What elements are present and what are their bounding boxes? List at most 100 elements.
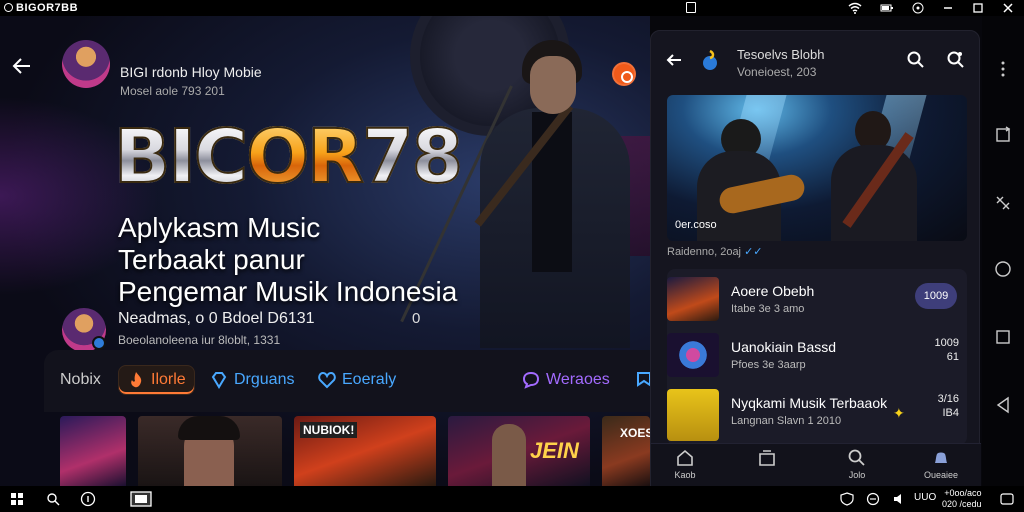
tagline-line: Pengemar Musik Indonesia (118, 276, 458, 307)
list-item-thumbnail (667, 277, 719, 321)
list-item-thumbnail (667, 389, 719, 441)
author-info-icon[interactable]: 0 (412, 310, 420, 327)
view-count: 0er.coso (675, 219, 717, 231)
back-triangle-icon[interactable] (994, 396, 1012, 414)
nav-library[interactable] (737, 448, 797, 470)
category-label: Drguans (234, 371, 295, 388)
list-item[interactable]: Uanokiain Bassd Pfoes 3e 3aarp 1009 61 (667, 329, 967, 383)
list-item-meta: 3/16 (937, 393, 959, 405)
close-icon[interactable] (1002, 2, 1014, 14)
battery-icon (880, 4, 893, 12)
video-thumbnail[interactable] (138, 416, 282, 486)
category-eoeraly[interactable]: Eoeraly (318, 365, 396, 395)
star-icon: ✦ (893, 405, 905, 421)
chat-icon (522, 371, 540, 389)
mini-player-panel: Tesoelvs Blobh Voneioest, 203 0er.coso R… (650, 30, 981, 487)
category-label: Eoeraly (342, 371, 397, 388)
search-icon (848, 449, 865, 466)
list-item-meta: 1009 (934, 337, 959, 349)
category-weraoes[interactable]: Weraoes (522, 365, 610, 395)
nav-home[interactable]: Kaob (655, 448, 715, 480)
list-item[interactable]: Aoere Obebh Itabe 3e 3 amo 1009 (667, 273, 967, 327)
clock-time: +0oo/aco (944, 488, 982, 498)
list-item[interactable]: Nyqkami Musik Terbaaok Langnan Slavn 1 2… (667, 385, 967, 441)
fire-icon (131, 372, 142, 388)
channel-subtitle: Mosel aole 793 201 (120, 84, 225, 98)
list-item-subtitle: Itabe 3e 3 amo (731, 303, 805, 315)
home-circle-icon[interactable] (994, 260, 1012, 278)
thumbnail-label: NUBIOK! (300, 422, 358, 438)
list-item-badge[interactable]: 1009 (915, 283, 957, 309)
music-note-icon (703, 49, 717, 70)
video-thumbnail[interactable] (60, 416, 126, 486)
list-item-thumbnail (667, 333, 719, 377)
channel-title: BIGI rdonb Hloy Mobie (120, 64, 262, 80)
shield-icon[interactable] (840, 491, 854, 507)
panel-title: Tesoelvs Blobh (737, 47, 825, 62)
author-subtitle: Boeolanoleena iur 8loblt, 1331 (118, 333, 281, 347)
back-arrow-icon[interactable] (665, 51, 683, 69)
category-nobix[interactable]: Nobix (60, 365, 101, 395)
featured-meta: Raidenno, 2oaj ✓✓ (667, 246, 763, 258)
diamond-icon (211, 372, 227, 389)
taskbar: UUO +0oo/aco 020 /cedu (0, 486, 1024, 512)
library-icon (759, 450, 775, 466)
emulator-toolbar (982, 16, 1024, 486)
recents-square-icon[interactable] (994, 328, 1012, 346)
list-item-title: Nyqkami Musik Terbaaok (731, 395, 888, 411)
playlist-card: Aoere Obebh Itabe 3e 3 amo 1009 Uanokiai… (667, 269, 967, 445)
start-icon[interactable] (10, 491, 24, 507)
tagline-line: Aplykasm Music (118, 212, 321, 243)
panel-subtitle: Voneioest, 203 (737, 65, 817, 79)
network-icon[interactable] (866, 491, 880, 507)
search-icon[interactable] (46, 491, 60, 507)
list-item-title: Aoere Obebh (731, 283, 815, 299)
category-label: Weraoes (546, 371, 610, 388)
nav-notifications[interactable]: Oueaiee (911, 448, 971, 480)
window-title: BIGOR7BB (16, 2, 79, 14)
tagline: Aplykasm Music Terbaakt panur Pengemar M… (118, 212, 457, 308)
shake-icon[interactable] (994, 194, 1012, 212)
bottom-nav: Kaob Jolo Oueaiee (651, 443, 981, 487)
location-icon[interactable] (912, 2, 924, 14)
category-label: Ilorle (151, 371, 186, 388)
title-bar: BIGOR7BB (0, 0, 1024, 16)
maximize-icon[interactable] (972, 2, 984, 14)
back-arrow-icon[interactable] (10, 54, 34, 78)
video-thumbnail[interactable]: NUBIOK! (294, 416, 436, 486)
category-ilorle[interactable]: Ilorle (118, 365, 195, 395)
list-item-subtitle: Pfoes 3e 3aarp (731, 359, 806, 371)
menu-dots-icon[interactable] (994, 60, 1012, 78)
app-icon (4, 3, 13, 12)
home-icon (677, 449, 693, 466)
category-label: Nobix (60, 371, 101, 388)
featured-video[interactable]: 0er.coso (667, 95, 967, 241)
record-button[interactable] (612, 62, 636, 86)
tray-label: UUO (914, 492, 937, 503)
rotate-icon[interactable] (994, 126, 1012, 144)
bell-icon (935, 452, 947, 465)
list-item-meta: IB4 (942, 407, 959, 419)
thumbnail-label: JEIN (530, 438, 579, 463)
tagline-line: Terbaakt panur (118, 244, 305, 275)
list-item-subtitle: Langnan Slavn 1 2010 (731, 415, 842, 427)
verified-icon (92, 336, 106, 350)
list-item-title: Uanokiain Bassd (731, 339, 837, 355)
nav-search[interactable]: Jolo (827, 448, 887, 480)
video-thumbnail[interactable]: XOES (602, 416, 650, 486)
search-icon[interactable] (907, 51, 925, 69)
volume-icon[interactable] (892, 491, 906, 507)
clock[interactable]: +0oo/aco 020 /cedu (942, 488, 982, 509)
minimize-icon[interactable] (942, 2, 954, 14)
video-thumbnail[interactable]: JEIN (448, 416, 590, 486)
app-window-icon[interactable] (130, 491, 152, 507)
window-controls (848, 0, 1014, 16)
list-item-meta: 61 (946, 351, 959, 363)
channel-avatar[interactable] (62, 40, 110, 88)
info-icon[interactable] (80, 491, 96, 507)
category-drguans[interactable]: Drguans (210, 365, 294, 395)
brand-logo: BICOR78 (113, 114, 464, 200)
notification-icon[interactable] (1000, 491, 1014, 507)
voice-search-icon[interactable] (947, 51, 965, 69)
clipboard-icon[interactable] (686, 2, 696, 13)
